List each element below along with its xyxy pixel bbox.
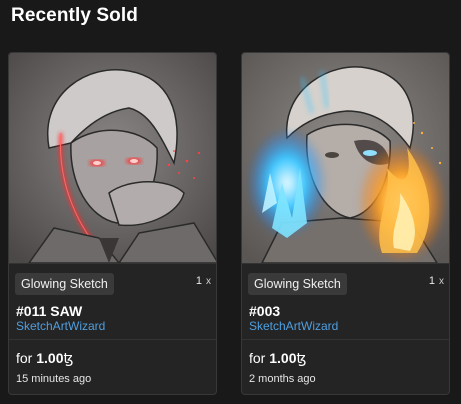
section-title: Recently Sold [11, 5, 138, 26]
collection-tag[interactable]: Glowing Sketch [15, 273, 114, 295]
token-name[interactable]: #011 SAW [16, 303, 82, 319]
quantity: 1x [428, 275, 444, 287]
creator-link[interactable]: SketchArtWizard [16, 319, 105, 333]
price: for 1.00ꜩ [16, 350, 74, 366]
quantity: 1x [195, 275, 211, 287]
artwork-image[interactable] [242, 53, 449, 263]
card-info: Glowing Sketch 1x #003 SketchArtWizard [242, 263, 449, 340]
tez-currency-icon: ꜩ [296, 350, 307, 366]
artwork-image[interactable] [9, 53, 216, 263]
sold-card[interactable]: Glowing Sketch 1x #003 SketchArtWizard f… [241, 52, 450, 395]
sold-time: 15 minutes ago [16, 373, 92, 385]
collection-tag[interactable]: Glowing Sketch [248, 273, 347, 295]
price: for 1.00ꜩ [249, 350, 307, 366]
sold-time: 2 months ago [249, 373, 316, 385]
sold-card[interactable]: Glowing Sketch 1x #011 SAW SketchArtWiza… [8, 52, 217, 395]
tez-currency-icon: ꜩ [63, 350, 74, 366]
card-info: Glowing Sketch 1x #011 SAW SketchArtWiza… [9, 263, 216, 340]
creator-link[interactable]: SketchArtWizard [249, 319, 338, 333]
token-name[interactable]: #003 [249, 303, 280, 319]
